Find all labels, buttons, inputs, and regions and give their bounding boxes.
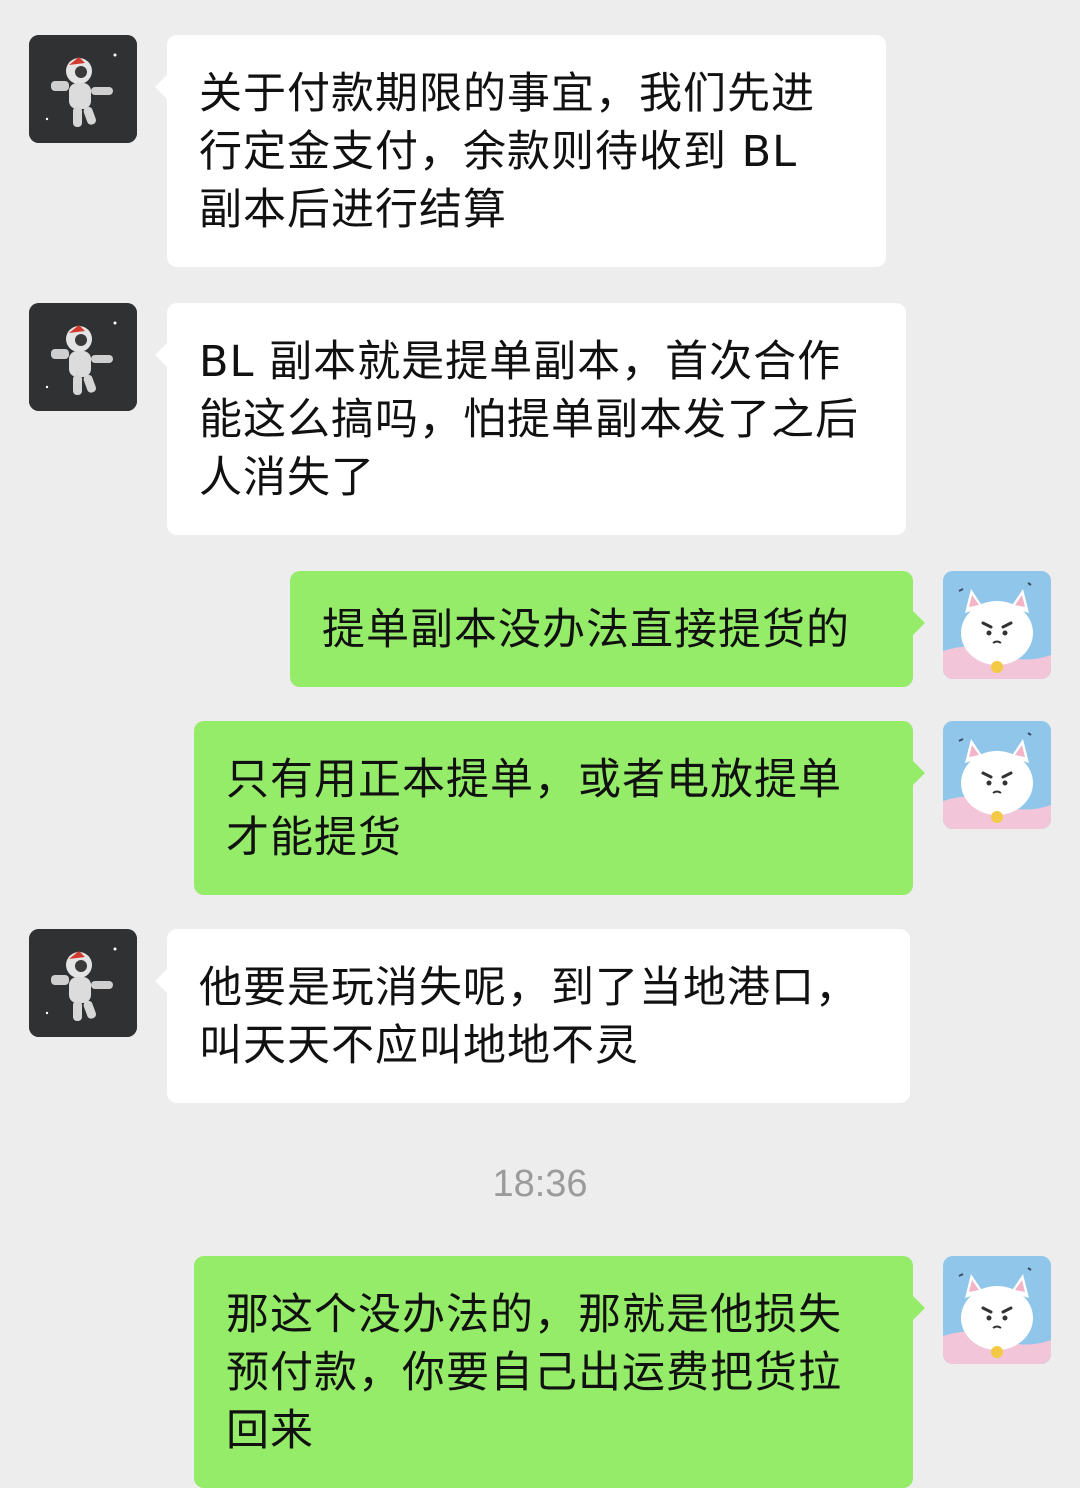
astronaut-avatar[interactable] <box>29 929 137 1037</box>
message-text: 他要是玩消失呢，到了当地港口，叫天天不应叫地地不灵 <box>199 963 859 1071</box>
message-bubble-incoming[interactable]: 关于付款期限的事宜，我们先进行定金支付，余款则待收到 BL 副本后进行结算 <box>155 35 886 267</box>
cat-avatar[interactable] <box>943 721 1051 829</box>
message-bubble-outgoing[interactable]: 那这个没办法的，那就是他损失预付款，你要自己出运费把货拉回来 <box>194 1256 925 1488</box>
cat-avatar[interactable] <box>943 1256 1051 1364</box>
chat-area[interactable]: 关于付款期限的事宜，我们先进行定金支付，余款则待收到 BL 副本后进行结算 BL… <box>0 0 1080 1488</box>
astronaut-avatar[interactable] <box>29 303 137 411</box>
message-text: 关于付款期限的事宜，我们先进行定金支付，余款则待收到 BL 副本后进行结算 <box>199 69 815 235</box>
message-bubble-incoming[interactable]: BL 副本就是提单副本，首次合作能这么搞吗，怕提单副本发了之后人消失了 <box>155 303 906 535</box>
chat-timestamp: 18:36 <box>492 1163 588 1205</box>
message-bubble-outgoing[interactable]: 提单副本没办法直接提货的 <box>290 571 925 687</box>
message-text: 提单副本没办法直接提货的 <box>322 605 850 655</box>
message-text: 那这个没办法的，那就是他损失预付款，你要自己出运费把货拉回来 <box>226 1290 842 1456</box>
message-text: 只有用正本提单，或者电放提单才能提货 <box>226 755 842 863</box>
message-text: BL 副本就是提单副本，首次合作能这么搞吗，怕提单副本发了之后人消失了 <box>199 337 859 503</box>
astronaut-avatar[interactable] <box>29 35 137 143</box>
message-bubble-incoming[interactable]: 他要是玩消失呢，到了当地港口，叫天天不应叫地地不灵 <box>155 929 910 1103</box>
cat-avatar[interactable] <box>943 571 1051 679</box>
message-bubble-outgoing[interactable]: 只有用正本提单，或者电放提单才能提货 <box>194 721 925 895</box>
